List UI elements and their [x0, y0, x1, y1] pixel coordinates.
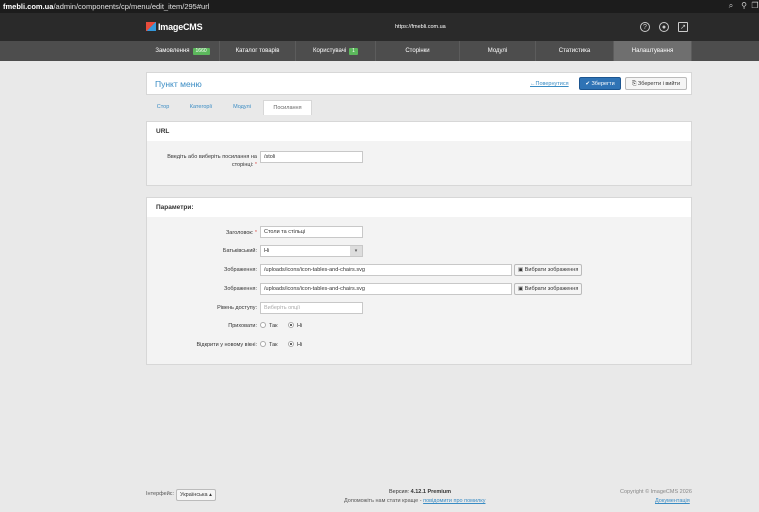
users-count-badge: 1	[349, 48, 358, 55]
site-url-link[interactable]: https://fmebli.com.ua	[395, 24, 446, 30]
logo-mark-icon	[146, 22, 156, 31]
nav-statistics[interactable]: Статистика	[536, 41, 614, 61]
zoom-icon[interactable]: ⌕	[727, 2, 735, 10]
title-input[interactable]: Столи та стільці	[260, 226, 363, 238]
nav-users[interactable]: Користувачі 1	[296, 41, 376, 61]
nav-settings[interactable]: Налаштування	[614, 41, 692, 61]
browser-url-bar[interactable]: fmebli.com.ua/admin/components/cp/menu/e…	[0, 0, 759, 13]
interface-label: Інтерфейс:	[146, 491, 175, 497]
radio-checked-icon	[288, 322, 294, 328]
url-panel-body: Введіть або виберіть посилання на сторін…	[147, 141, 691, 185]
parent-select[interactable]: Ні ▾	[260, 245, 363, 257]
new-window-label: Відкрити у новому вікні:	[196, 342, 257, 348]
url-panel-header: URL	[147, 122, 691, 142]
nav-catalog[interactable]: Каталог товарів	[220, 41, 296, 61]
copy-icon[interactable]: ❐	[751, 2, 759, 10]
external-link-icon[interactable]: ↗	[678, 22, 688, 32]
image2-input[interactable]: /uploads/icons/icon-tables-and-chairs.sv…	[260, 283, 512, 295]
url-input[interactable]: /stoli	[260, 151, 363, 163]
parameters-panel: Параметри: Заголовок: * Столи та стільці…	[146, 197, 692, 365]
choose-image2-button[interactable]: ▣ Вибрати зображення	[514, 283, 583, 295]
new-window-yes-radio[interactable]: Так	[260, 341, 278, 349]
hide-label: Приховати:	[228, 323, 257, 329]
image-label: Зображення:	[224, 267, 257, 273]
new-window-no-radio[interactable]: Ні	[288, 341, 302, 349]
back-link[interactable]: ←Повернутися	[530, 81, 569, 87]
documentation-link[interactable]: Документація	[655, 498, 690, 504]
logo[interactable]: ImageCMS	[146, 22, 203, 32]
parent-label: Батьківський:	[222, 248, 257, 254]
image2-label: Зображення:	[224, 286, 257, 292]
page-title-bar: Пункт меню ←Повернутися ✔ Зберегти ⎘ Збе…	[146, 72, 692, 95]
nav-pages[interactable]: Сторінки	[376, 41, 460, 61]
copyright: Copyright © ImageCMS 2026	[620, 489, 692, 495]
nav-orders[interactable]: Замовлення 1660	[146, 41, 220, 61]
image-icon: ▣	[518, 267, 525, 273]
hide-no-radio[interactable]: Ні	[288, 322, 302, 330]
radio-checked-icon	[288, 341, 294, 347]
url-panel: URL Введіть або виберіть посилання на ст…	[146, 121, 692, 186]
main-nav: Замовлення 1660 Каталог товарів Користува…	[0, 41, 759, 61]
url-label: Введіть або виберіть посилання на сторін…	[167, 154, 257, 168]
report-bug-link[interactable]: повідомити про помилку	[423, 498, 485, 504]
radio-icon	[260, 341, 266, 347]
address-text[interactable]: fmebli.com.ua/admin/components/cp/menu/e…	[3, 2, 209, 11]
help-icon[interactable]: ?	[640, 22, 650, 32]
parameters-panel-body: Заголовок: * Столи та стільці Батьківськ…	[147, 217, 691, 364]
tab-link[interactable]: Посилання	[263, 100, 312, 115]
radio-icon	[260, 322, 266, 328]
user-icon[interactable]: ●	[659, 22, 669, 32]
tabs: Стор Категорії Модулі Посилання	[146, 100, 692, 115]
hide-yes-radio[interactable]: Так	[260, 322, 278, 330]
nav-modules[interactable]: Модулі	[460, 41, 536, 61]
version-text: Версия: 4.12.1 Premium	[389, 489, 452, 495]
chevron-down-icon: ▾	[350, 246, 362, 256]
image-input[interactable]: /uploads/icons/icon-tables-and-chairs.sv…	[260, 264, 512, 276]
access-label: Рівень доступу:	[217, 305, 257, 311]
choose-image-button[interactable]: ▣ Вибрати зображення	[514, 264, 583, 276]
pin-icon[interactable]: ⚲	[740, 2, 748, 10]
page-title: Пункт меню	[155, 79, 202, 89]
title-label: Заголовок: *	[225, 230, 257, 236]
help-text: Допоможіть нам стати краще - повідомити …	[344, 498, 486, 504]
save-and-exit-button[interactable]: ⎘ Зберегти і вийти	[625, 77, 687, 90]
save-button[interactable]: ✔ Зберегти	[579, 77, 621, 90]
tab-pages[interactable]: Стор	[152, 100, 174, 115]
admin-header: ImageCMS https://fmebli.com.ua ? ● ↗	[0, 13, 759, 41]
tab-modules[interactable]: Модулі	[228, 100, 256, 115]
access-multiselect[interactable]: Виберіть опції	[260, 302, 363, 314]
language-select[interactable]: Українська ▴	[176, 489, 216, 501]
orders-count-badge: 1660	[192, 48, 210, 55]
parameters-panel-header: Параметри:	[147, 198, 691, 218]
tab-categories[interactable]: Категорії	[184, 100, 218, 115]
image-icon: ▣	[518, 286, 525, 292]
